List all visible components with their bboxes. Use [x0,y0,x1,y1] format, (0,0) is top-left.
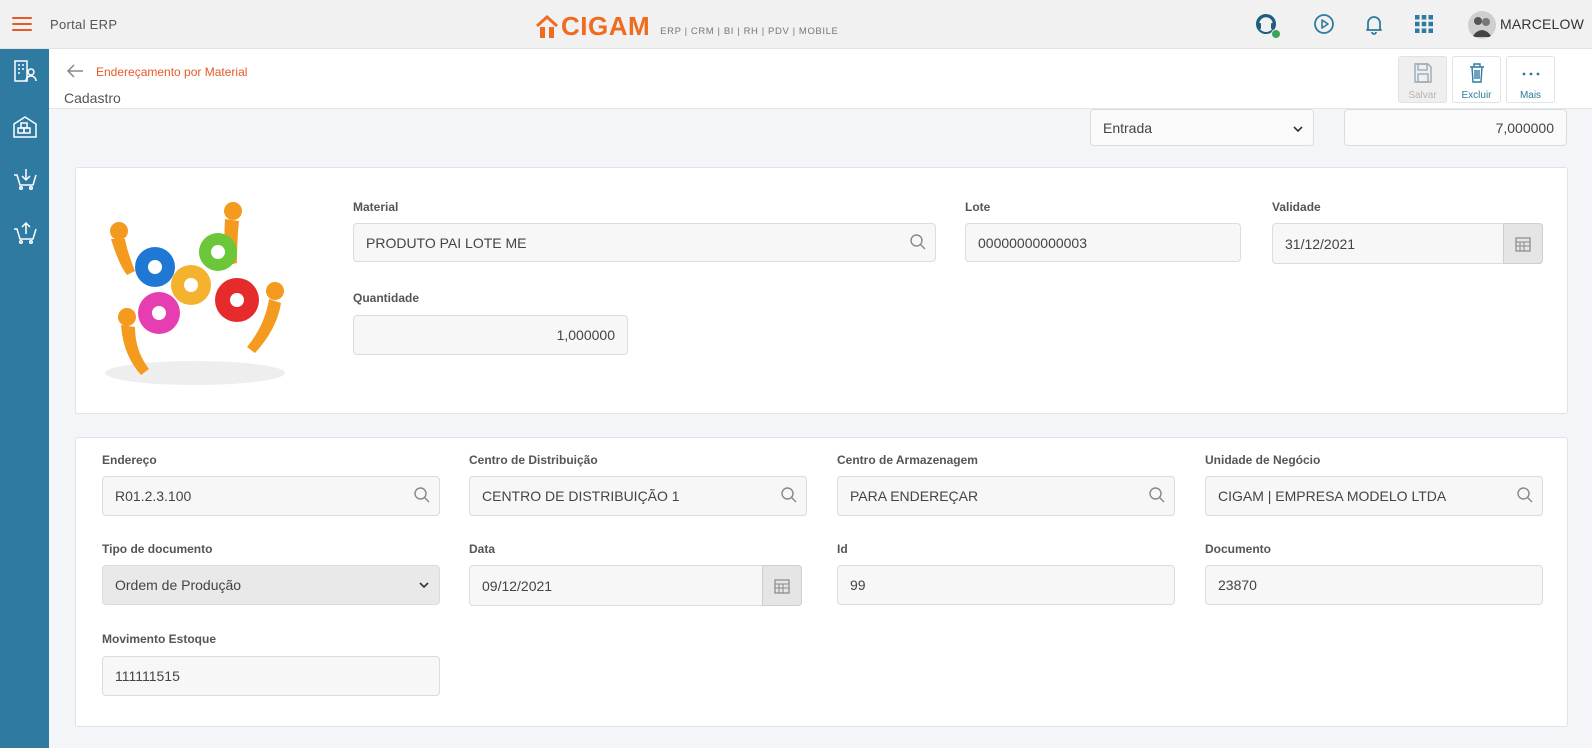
validade-label: Validade [1272,200,1321,214]
tipo-documento-label: Tipo de documento [102,542,213,556]
lote-field[interactable]: 00000000000003 [965,223,1241,262]
delete-button[interactable]: Excluir [1452,56,1501,103]
validade-value: 31/12/2021 [1285,235,1356,252]
search-icon[interactable] [413,486,431,504]
validade-field[interactable]: 31/12/2021 [1272,223,1543,264]
cigam-logo: CIGAM ERP | CRM | BI | RH | PDV | MOBILE [536,11,838,39]
documento-value: 23870 [1218,577,1257,593]
save-icon [1413,63,1432,83]
data-calendar-button[interactable] [762,565,802,606]
gears-illustration [105,202,285,385]
menu-icon[interactable] [12,17,32,32]
direction-select-value: Entrada [1103,119,1153,136]
endereco-value: R01.2.3.100 [115,488,192,504]
logo-house-icon [536,15,558,38]
endereco-field[interactable]: R01.2.3.100 [102,476,440,516]
centro-distribuicao-label: Centro de Distribuição [469,453,598,467]
cart-in-icon[interactable] [12,166,38,192]
apps-grid-icon[interactable] [1412,12,1436,36]
support-icon[interactable] [1254,12,1281,39]
left-sidebar [0,49,49,748]
material-card [75,167,1568,414]
id-field[interactable]: 99 [837,565,1175,605]
bell-icon[interactable] [1362,12,1386,36]
tipo-documento-value: Ordem de Produção [115,577,242,593]
online-status-dot [1271,29,1281,39]
quantidade-field[interactable]: 1,000000 [353,315,628,355]
breadcrumb[interactable]: Endereçamento por Material [96,65,247,79]
save-label: Salvar [1408,90,1437,101]
centro-distribuicao-value: CENTRO DE DISTRIBUIÇÃO 1 [482,488,680,504]
search-icon[interactable] [780,486,798,504]
trash-icon [1469,63,1484,83]
unidade-negocio-value: CIGAM | EMPRESA MODELO LTDA [1218,488,1447,504]
quantidade-value: 1,000000 [556,327,615,343]
centro-armazenagem-label: Centro de Armazenagem [837,453,978,467]
lote-label: Lote [965,200,991,214]
quantidade-label: Quantidade [353,291,420,305]
material-value: PRODUTO PAI LOTE ME [366,234,527,251]
total-quantity-value: 7,000000 [1495,119,1554,136]
top-bar: Portal ERP CIGAM ERP | CRM | BI | RH | P… [0,0,1592,49]
tipo-documento-select[interactable]: Ordem de Produção [102,565,440,605]
more-dots-icon [1522,72,1539,76]
material-label: Material [353,200,399,214]
centro-armazenagem-value: PARA ENDEREÇAR [850,488,979,504]
delete-label: Excluir [1461,90,1492,101]
page-header: Endereçamento por Material Cadastro Salv… [49,49,1592,109]
search-icon[interactable] [909,233,927,251]
chevron-down-icon [419,582,429,589]
cart-out-icon[interactable] [12,220,38,246]
search-icon[interactable] [1148,486,1166,504]
movimento-estoque-field[interactable]: 111111515 [102,656,440,696]
logo-subtitle: ERP | CRM | BI | RH | PDV | MOBILE [660,26,839,37]
centro-armazenagem-field[interactable]: PARA ENDEREÇAR [837,476,1175,516]
more-label: Mais [1519,90,1542,101]
total-quantity-field[interactable]: 7,000000 [1344,109,1567,146]
movimento-estoque-label: Movimento Estoque [102,632,217,646]
more-button[interactable]: Mais [1506,56,1555,103]
calendar-icon [1515,236,1531,252]
validade-calendar-button[interactable] [1503,223,1543,264]
movimento-estoque-value: 111111515 [115,668,180,684]
id-value: 99 [850,577,866,593]
id-label: Id [837,542,848,556]
direction-select[interactable]: Entrada [1090,109,1314,146]
page-title: Cadastro [64,90,121,106]
avatar[interactable] [1468,11,1496,39]
lote-value: 00000000000003 [978,234,1088,251]
data-value: 09/12/2021 [482,577,553,594]
documento-field[interactable]: 23870 [1205,565,1543,605]
documento-label: Documento [1205,542,1271,556]
building-user-icon[interactable] [12,58,38,84]
centro-distribuicao-field[interactable]: CENTRO DE DISTRIBUIÇÃO 1 [469,476,807,516]
back-arrow-icon[interactable] [66,63,84,79]
warehouse-icon[interactable] [12,114,38,140]
unidade-negocio-label: Unidade de Negócio [1205,453,1321,467]
portal-title: Portal ERP [50,17,118,32]
search-icon[interactable] [1516,486,1534,504]
play-icon[interactable] [1312,12,1336,36]
data-label: Data [469,542,496,556]
endereco-label: Endereço [102,453,157,467]
material-field[interactable]: PRODUTO PAI LOTE ME [353,223,936,262]
chevron-down-icon [1293,126,1303,133]
logo-text: CIGAM [561,11,651,41]
calendar-icon [774,578,790,594]
username[interactable]: MARCELOW [1500,16,1584,32]
data-field[interactable]: 09/12/2021 [469,565,802,606]
save-button[interactable]: Salvar [1398,56,1447,103]
unidade-negocio-field[interactable]: CIGAM | EMPRESA MODELO LTDA [1205,476,1543,516]
